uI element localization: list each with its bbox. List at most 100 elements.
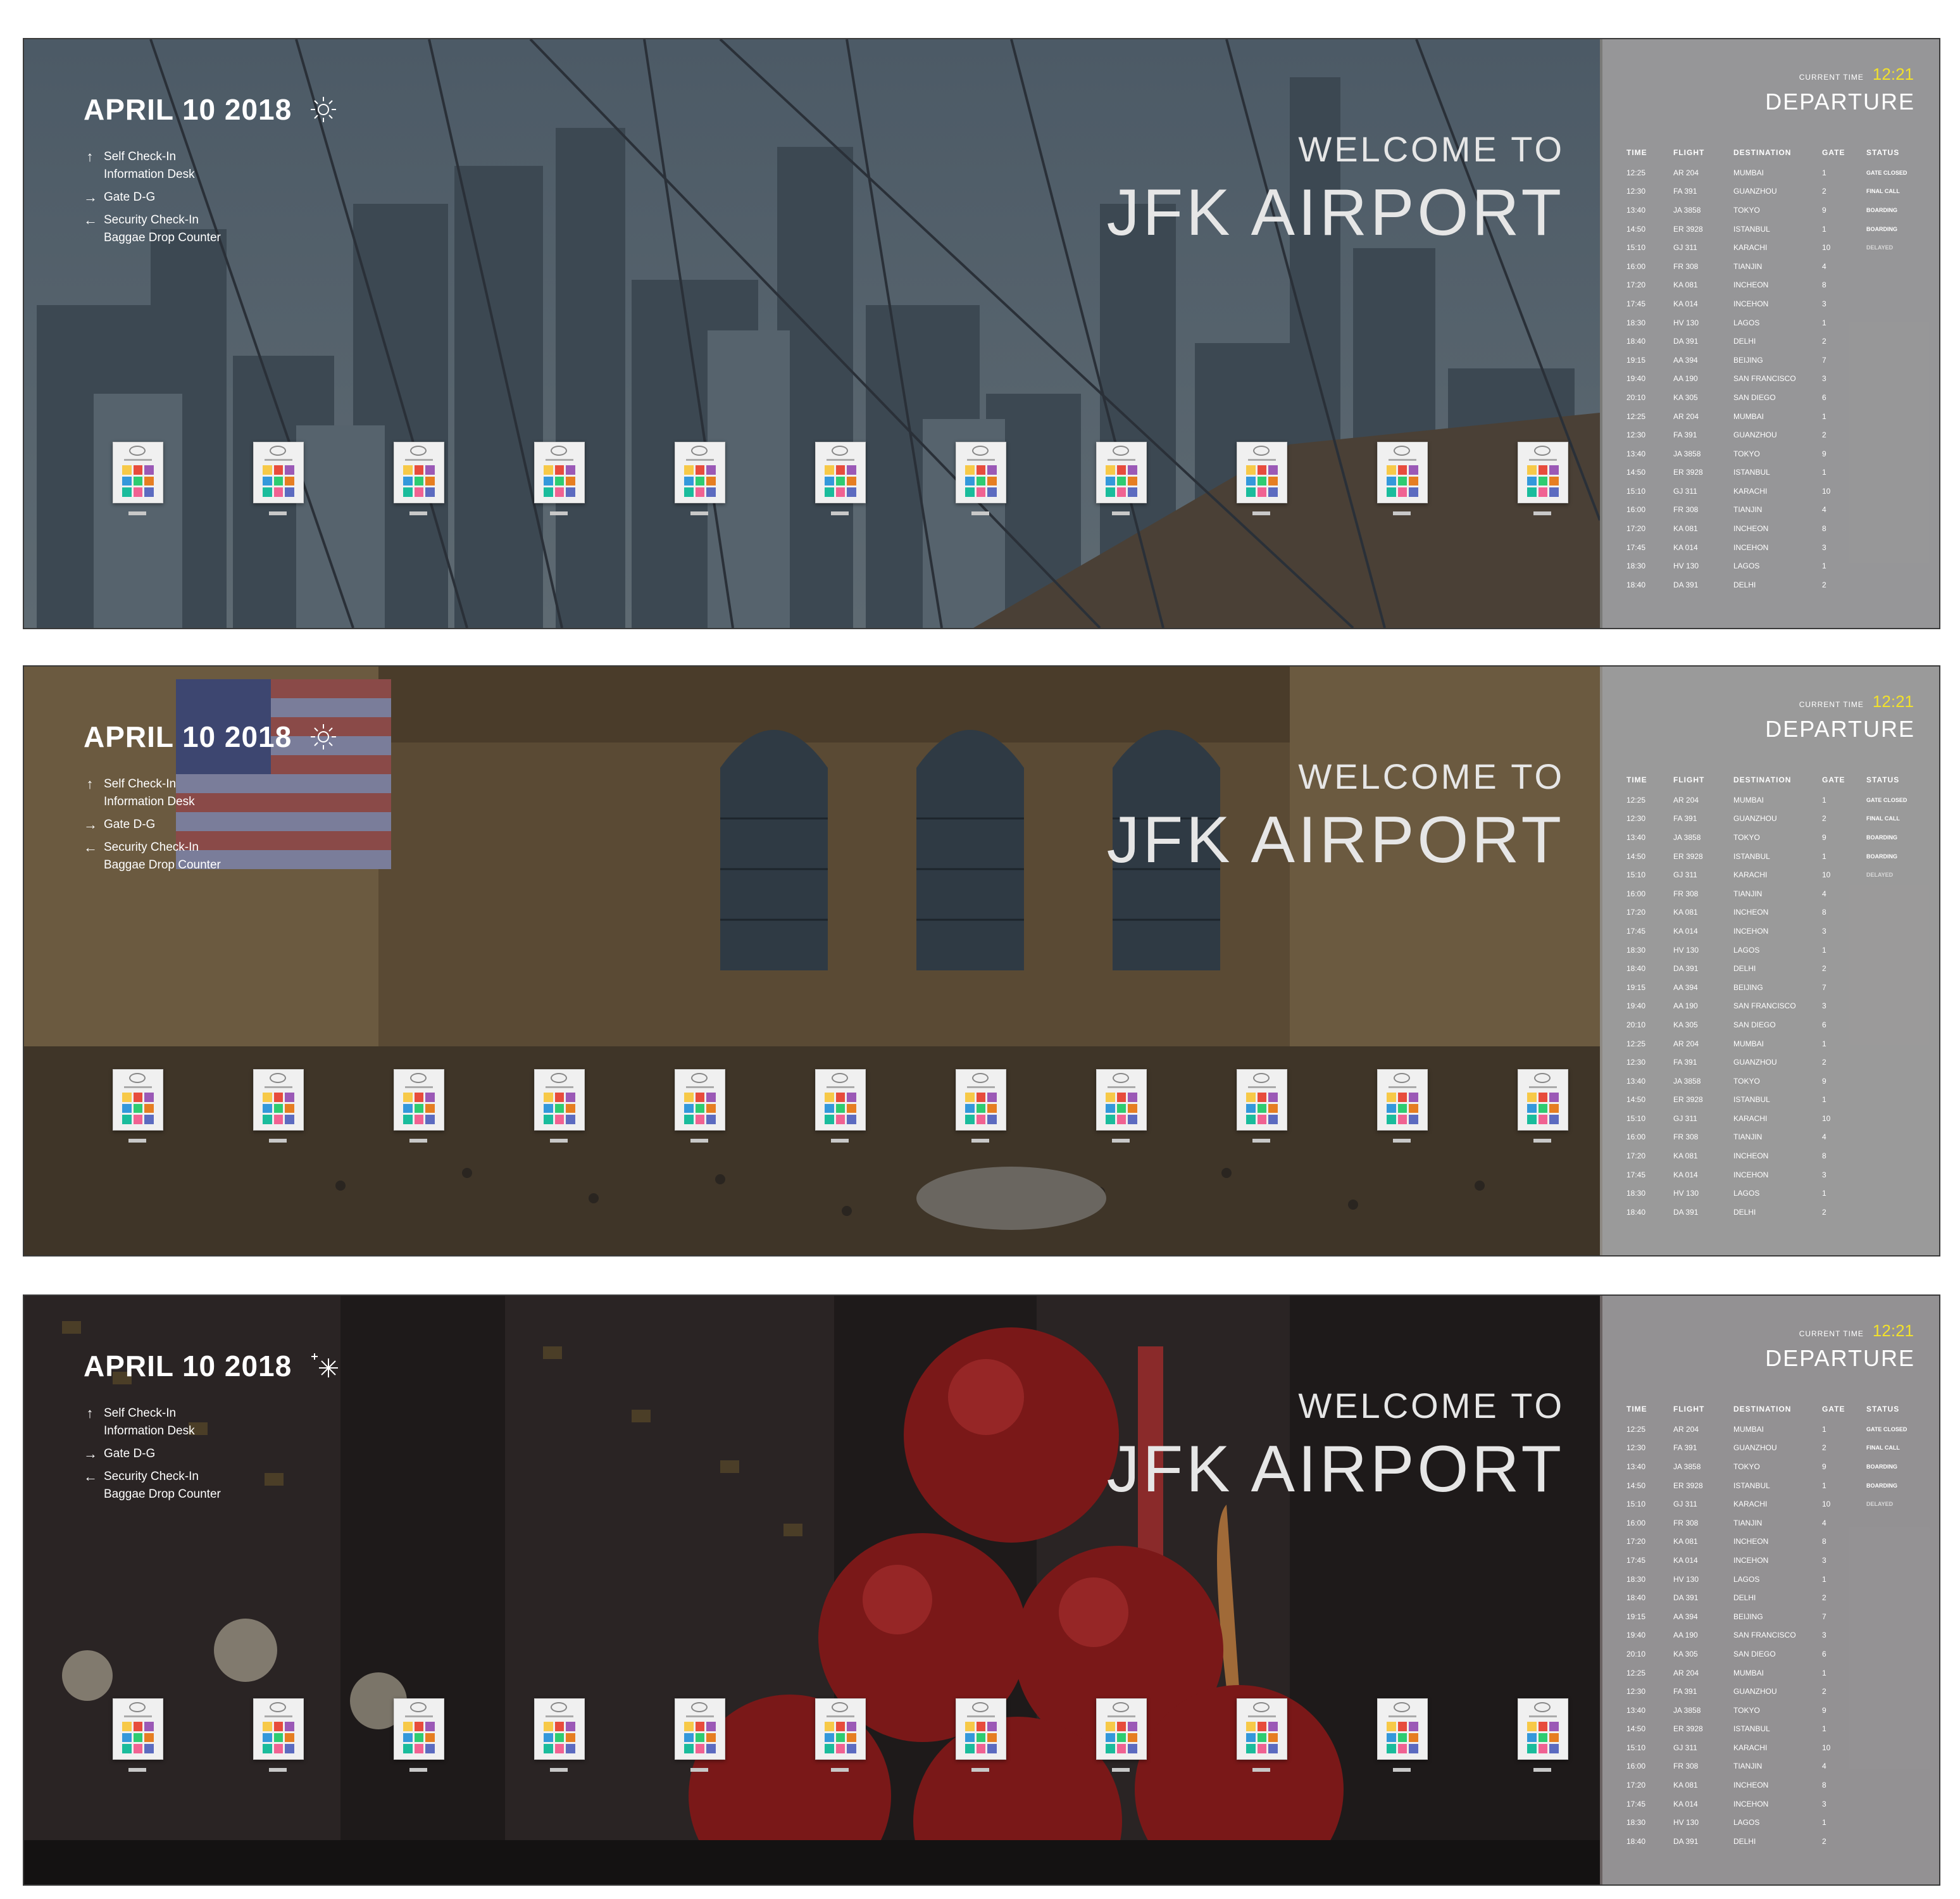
kiosk-screen[interactable] — [1518, 1069, 1568, 1131]
kiosk-logo-icon — [972, 1702, 989, 1712]
kiosk-app-grid — [1387, 1093, 1418, 1124]
table-cell: GUANZHOU — [1733, 1687, 1777, 1696]
kiosk-app-tile — [1397, 1722, 1408, 1731]
kiosk-base — [1533, 511, 1551, 515]
table-cell — [1866, 1757, 1911, 1776]
table-cell: 10 — [1822, 1743, 1831, 1752]
kiosk-app-tile — [566, 1744, 575, 1753]
table-cell — [1866, 1034, 1911, 1053]
kiosk-app-tile — [554, 487, 565, 497]
kiosk-screen[interactable] — [815, 1698, 866, 1760]
table-cell — [1866, 1184, 1911, 1203]
kiosk-screen[interactable] — [956, 1069, 1006, 1131]
kiosk-screen[interactable] — [675, 442, 725, 503]
kiosk-app-tile — [976, 465, 986, 475]
table-cell: GJ 311 — [1673, 870, 1697, 880]
table-cell: BOARDING — [1866, 1463, 1897, 1470]
table-cell: 9 — [1822, 205, 1826, 215]
table-cell: TOKYO — [1733, 1076, 1760, 1086]
kiosk-screen[interactable] — [113, 1069, 163, 1131]
kiosk-logo-icon — [1394, 446, 1410, 456]
kiosk-app-tile — [987, 1744, 997, 1753]
kiosk-app-tile — [273, 1744, 284, 1753]
kiosk-screen[interactable] — [1518, 1698, 1568, 1760]
kiosk-screen[interactable] — [534, 442, 585, 503]
kiosk-app-tile — [1257, 1722, 1267, 1731]
kiosk-app-tile — [1128, 476, 1137, 486]
kiosk-screen[interactable] — [113, 1698, 163, 1760]
kiosk-app-tile — [1387, 465, 1396, 475]
kiosk-screen[interactable] — [534, 1698, 585, 1760]
table-cell: 3 — [1822, 299, 1826, 308]
table-cell: KA 081 — [1673, 280, 1698, 290]
kiosk-screen[interactable] — [394, 1069, 444, 1131]
table-cell: 15:10 — [1626, 1500, 1646, 1509]
table-cell: GATE CLOSED — [1866, 796, 1907, 803]
table-row: 14:50 ER 3928 ISTANBUL 1 BOARDING — [1626, 1476, 1911, 1495]
table-cell — [1866, 463, 1911, 482]
kiosk-app-tile — [1409, 465, 1418, 475]
kiosk-screen[interactable] — [253, 1698, 304, 1760]
kiosk-screen[interactable] — [1096, 1069, 1147, 1131]
kiosk-screen[interactable] — [534, 1069, 585, 1131]
kiosk-app-tile — [1387, 1103, 1396, 1113]
table-cell: 6 — [1822, 392, 1826, 402]
kiosk-screen[interactable] — [253, 442, 304, 503]
kiosk-screen[interactable] — [956, 1698, 1006, 1760]
table-row: 12:25 AR 204 MUMBAI 1 GATE CLOSED — [1626, 163, 1911, 182]
table-cell: 12:25 — [1626, 795, 1646, 805]
kiosk-screen[interactable] — [113, 442, 163, 503]
table-cell: 18:30 — [1626, 1818, 1646, 1827]
kiosk-screen[interactable] — [1237, 1698, 1287, 1760]
kiosk-screen[interactable] — [394, 1698, 444, 1760]
kiosk-app-tile — [263, 1744, 272, 1753]
kiosk-app-tile — [987, 1103, 997, 1113]
kiosk-screen[interactable] — [253, 1069, 304, 1131]
kiosk-screen[interactable] — [1518, 442, 1568, 503]
table-cell: INCHEON — [1733, 280, 1769, 290]
table-cell — [1866, 501, 1911, 520]
kiosk-app-grid — [122, 1093, 154, 1124]
kiosk-screen[interactable] — [1237, 1069, 1287, 1131]
kiosk-base — [550, 511, 568, 515]
kiosk-screen[interactable] — [1096, 442, 1147, 503]
kiosk-screen[interactable] — [1377, 442, 1428, 503]
kiosk-app-tile — [133, 476, 143, 486]
kiosk-screen[interactable] — [1237, 442, 1287, 503]
kiosk-screen[interactable] — [956, 442, 1006, 503]
table-cell: MUMBAI — [1733, 795, 1764, 805]
board-title: DEPARTURE — [1765, 89, 1915, 115]
kiosk-screen[interactable] — [675, 1069, 725, 1131]
kiosk-screen[interactable] — [815, 1069, 866, 1131]
kiosk-app-tile — [965, 487, 975, 497]
kiosk-screen[interactable] — [675, 1698, 725, 1760]
kiosk-app-tile — [1257, 1744, 1267, 1753]
table-cell: HV 130 — [1673, 1189, 1699, 1198]
departure-table: TIME FLIGHT DESTINATION GATE STATUS 12:25 AR 2… — [1626, 769, 1911, 1222]
kiosk-app-tile — [1397, 487, 1408, 497]
kiosk-screen[interactable] — [1096, 1698, 1147, 1760]
kiosk-logo-icon — [410, 1702, 427, 1712]
kiosk-base — [690, 1139, 708, 1143]
table-cell — [1866, 1072, 1911, 1091]
table-cell — [1866, 425, 1911, 444]
table-cell — [1866, 1738, 1911, 1757]
table-cell: JA 3858 — [1673, 449, 1701, 458]
kiosk-screen[interactable] — [394, 442, 444, 503]
table-cell: HV 130 — [1673, 945, 1699, 955]
table-cell: 12:25 — [1626, 411, 1646, 421]
kiosk-app-tile — [566, 1115, 575, 1124]
table-row: 12:30 FA 391 GUANZHOU 2 — [1626, 1682, 1911, 1701]
kiosk-app-tile — [825, 1115, 834, 1124]
kiosk-screen[interactable] — [1377, 1698, 1428, 1760]
table-cell: KA 081 — [1673, 524, 1698, 534]
table-cell: 12:30 — [1626, 1687, 1646, 1696]
kiosk-screen[interactable] — [815, 442, 866, 503]
kiosk-app-tile — [554, 1093, 565, 1102]
kiosk-app-tile — [414, 476, 424, 486]
table-row: 16:00 FR 308 TIANJIN 4 — [1626, 501, 1911, 520]
kiosk-app-tile — [133, 1093, 143, 1102]
kiosk-subtitle-bar — [546, 1715, 573, 1717]
table-row: 13:40 JA 3858 TOKYO 9 BOARDING — [1626, 1457, 1911, 1476]
kiosk-screen[interactable] — [1377, 1069, 1428, 1131]
